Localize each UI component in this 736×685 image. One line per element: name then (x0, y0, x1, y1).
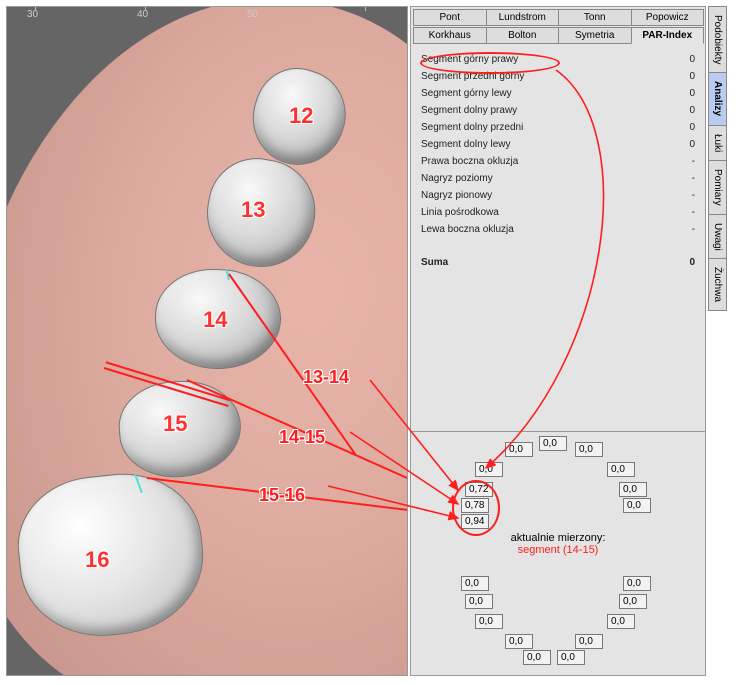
list-row: Segment przedni górny0 (421, 68, 695, 85)
ruler-tick-50: 50 (247, 9, 258, 20)
arch-cell[interactable]: 0,0 (575, 634, 603, 649)
list-row: Nagryz pionowy- (421, 187, 695, 204)
tab-par-index[interactable]: PAR-Index (631, 27, 705, 44)
tab-lundstrom[interactable]: Lundstrom (486, 9, 560, 26)
arch-cell[interactable]: 0,0 (575, 442, 603, 457)
vtab-luki[interactable]: Łuki (708, 125, 727, 161)
par-list: Segment górny prawy0 Segment przedni gór… (411, 43, 705, 275)
tab-row-2: Korkhaus Bolton Symetria PAR-Index (411, 25, 705, 43)
arch-cell[interactable]: 0,0 (619, 482, 647, 497)
tab-popowicz[interactable]: Popowicz (631, 9, 705, 26)
tab-symetria[interactable]: Symetria (558, 27, 632, 44)
arch-cell[interactable]: 0,0 (505, 442, 533, 457)
vtab-uwagi[interactable]: Uwagi (708, 214, 727, 260)
viewport-3d[interactable]: 12 13 14 15 16 13-14 14-15 15-16 30 40 5… (6, 6, 408, 676)
vtab-pomiary[interactable]: Pomiary (708, 160, 727, 215)
vertical-tabs: Podobiekty Analizy Łuki Pomiary Uwagi Żu… (708, 6, 730, 676)
ruler: 30 40 50 (7, 7, 407, 25)
label-14-15: 14-15 (279, 427, 325, 448)
arch-cell-measured[interactable]: 0,78 (461, 498, 489, 513)
lower-arch: 0,0 0,0 0,0 0,0 0,0 0,0 0,0 0,0 0,0 0,0 (411, 558, 705, 680)
arch-cell[interactable]: 0,0 (465, 594, 493, 609)
list-sum: Suma0 (421, 254, 695, 271)
vtab-analizy[interactable]: Analizy (708, 72, 727, 125)
list-row: Lewa boczna okluzja- (421, 221, 695, 238)
tab-tonn[interactable]: Tonn (558, 9, 632, 26)
app-window: 12 13 14 15 16 13-14 14-15 15-16 30 40 5… (0, 0, 736, 685)
arch-cell-measured[interactable]: 0,94 (461, 514, 489, 529)
list-row: Linia pośrodkowa- (421, 204, 695, 221)
arch-cell[interactable]: 0,0 (607, 614, 635, 629)
list-row: Segment górny lewy0 (421, 85, 695, 102)
vtab-zuchwa[interactable]: Żuchwa (708, 258, 727, 311)
arch-cell[interactable]: 0,0 (461, 576, 489, 591)
list-row: Nagryz poziomy- (421, 170, 695, 187)
arch-cell[interactable]: 0,0 (523, 650, 551, 665)
label-15-16: 15-16 (259, 485, 305, 506)
list-row: Segment dolny lewy0 (421, 136, 695, 153)
list-row: Segment dolny przedni0 (421, 119, 695, 136)
arch-cell[interactable]: 0,0 (619, 594, 647, 609)
list-row: Segment dolny prawy0 (421, 102, 695, 119)
arch-diagram: 0,0 0,0 0,0 0,0 0,0 0,72 0,0 0,78 0,0 0,… (411, 431, 705, 675)
vtab-podobiekty[interactable]: Podobiekty (708, 6, 727, 73)
label-13-14: 13-14 (303, 367, 349, 388)
arch-cell[interactable]: 0,0 (539, 436, 567, 451)
arch-cell[interactable]: 0,0 (505, 634, 533, 649)
side-panel: Pont Lundstrom Tonn Popowicz Korkhaus Bo… (410, 6, 706, 676)
arch-cell[interactable]: 0,0 (557, 650, 585, 665)
ruler-tick-40: 40 (137, 9, 148, 20)
arch-cell[interactable]: 0,0 (623, 498, 651, 513)
tab-bolton[interactable]: Bolton (486, 27, 560, 44)
arch-cell[interactable]: 0,0 (475, 614, 503, 629)
current-measure-msg: aktualnie mierzony: segment (14-15) (411, 532, 705, 556)
arch-cell[interactable]: 0,0 (623, 576, 651, 591)
tab-pont[interactable]: Pont (413, 9, 487, 26)
ruler-tick-30: 30 (27, 9, 38, 20)
arch-cell[interactable]: 0,0 (607, 462, 635, 477)
tab-korkhaus[interactable]: Korkhaus (413, 27, 487, 44)
arch-cell-measured[interactable]: 0,72 (465, 482, 493, 497)
arch-cell[interactable]: 0,0 (475, 462, 503, 477)
tab-row-1: Pont Lundstrom Tonn Popowicz (411, 7, 705, 25)
list-row: Segment górny prawy0 (421, 51, 695, 68)
list-row: Prawa boczna okluzja- (421, 153, 695, 170)
